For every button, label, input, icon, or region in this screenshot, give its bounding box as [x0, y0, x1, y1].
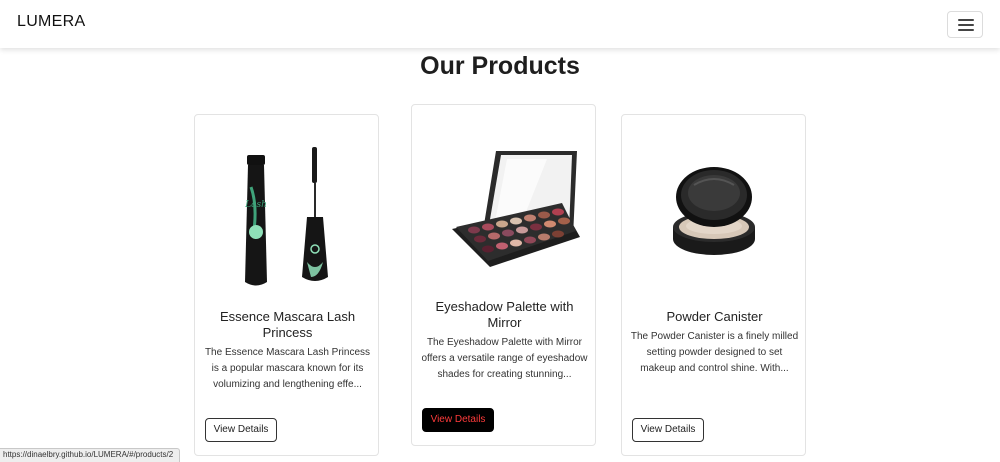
view-details-button[interactable]: View Details — [632, 418, 704, 442]
page-title: Our Products — [420, 52, 580, 80]
link-preview-status-bar: https://dinaelbry.github.io/LUMERA/#/pro… — [0, 448, 180, 462]
svg-text:Lash: Lash — [244, 200, 267, 210]
menu-toggle-button[interactable] — [947, 11, 983, 38]
navbar: LUMERA — [0, 0, 1000, 48]
powder-canister-product-image — [622, 127, 805, 297]
product-description: The Essence Mascara Lash Princess is a p… — [204, 347, 371, 390]
product-card: Eyeshadow Palette with Mirror The Eyesha… — [411, 104, 596, 446]
eyeshadow-palette-product-image — [412, 117, 595, 287]
view-details-button[interactable]: View Details — [205, 418, 277, 442]
brand-logo[interactable]: LUMERA — [17, 13, 85, 31]
hamburger-menu-icon — [958, 19, 974, 21]
product-title: Eyeshadow Palette with Mirror — [435, 299, 574, 330]
product-description: The Eyeshadow Palette with Mirror offers… — [421, 337, 588, 380]
product-description: The Powder Canister is a finely milled s… — [630, 331, 799, 374]
product-card: Lash Essence Mascara Lash Princess The E… — [194, 114, 379, 456]
product-card: Powder Canister The Powder Canister is a… — [621, 114, 806, 456]
view-details-button[interactable]: View Details — [422, 408, 494, 432]
product-title: Powder Canister — [666, 309, 763, 324]
product-title: Essence Mascara Lash Princess — [219, 309, 356, 340]
mascara-product-image: Lash — [195, 127, 378, 297]
